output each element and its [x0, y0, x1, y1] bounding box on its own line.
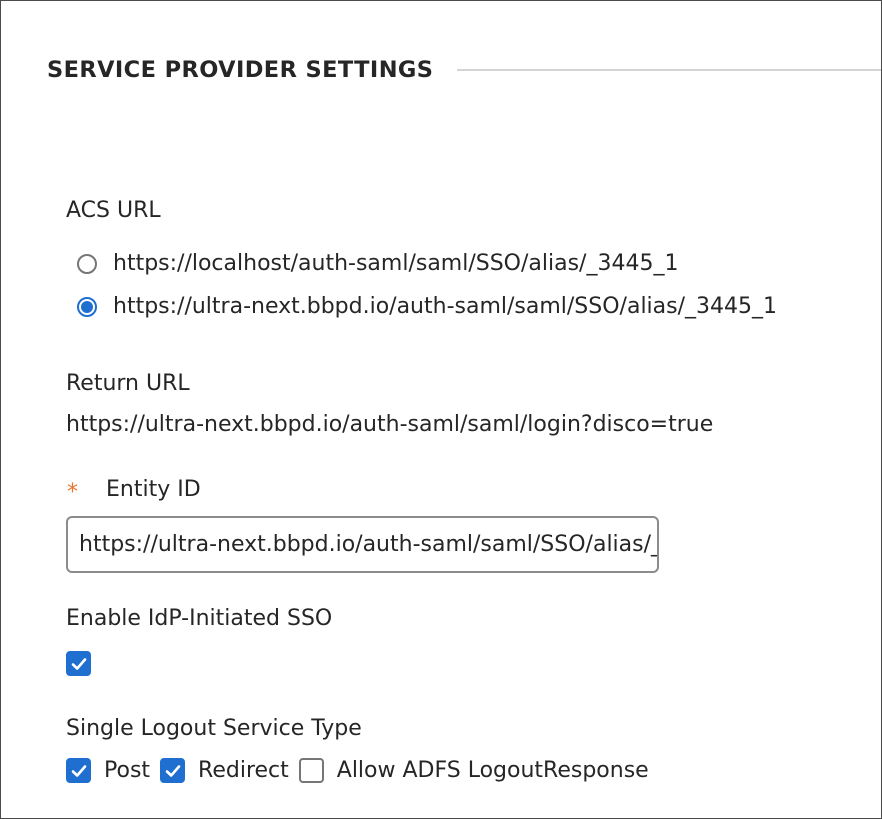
acs-url-option-label: https://localhost/auth-saml/saml/SSO/ali… [113, 251, 679, 276]
required-asterisk: * [67, 480, 78, 505]
checkmark-icon [71, 657, 86, 670]
slo-post-label: Post [104, 758, 151, 783]
acs-url-option-localhost[interactable]: https://localhost/auth-saml/saml/SSO/ali… [77, 251, 678, 276]
section-header: SERVICE PROVIDER SETTINGS [47, 57, 881, 83]
checkmark-icon [165, 764, 180, 777]
slo-adfs-label: Allow ADFS LogoutResponse [336, 758, 649, 783]
return-url-label: Return URL [66, 371, 190, 396]
acs-url-radio-ultra-next[interactable] [77, 296, 97, 317]
slo-type-options: Post Redirect Allow ADFS LogoutResponse [66, 758, 659, 783]
checkmark-icon [71, 764, 86, 777]
slo-redirect-checkbox[interactable] [160, 758, 186, 783]
slo-adfs-checkbox[interactable] [298, 758, 324, 783]
entity-id-field[interactable] [66, 516, 659, 573]
idp-sso-label: Enable IdP-Initiated SSO [66, 606, 333, 631]
section-divider [457, 69, 881, 71]
entity-id-input[interactable] [68, 518, 657, 571]
section-title: SERVICE PROVIDER SETTINGS [47, 57, 434, 83]
acs-url-option-ultra-next[interactable]: https://ultra-next.bbpd.io/auth-saml/sam… [77, 294, 777, 319]
slo-post-checkbox[interactable] [66, 758, 91, 783]
acs-url-radio-localhost[interactable] [77, 253, 97, 274]
acs-url-option-label: https://ultra-next.bbpd.io/auth-saml/sam… [113, 294, 778, 319]
idp-sso-checkbox[interactable] [66, 651, 91, 676]
slo-redirect-label: Redirect [198, 758, 289, 783]
slo-type-label: Single Logout Service Type [66, 716, 362, 741]
return-url-value: https://ultra-next.bbpd.io/auth-saml/sam… [66, 412, 714, 437]
radio-selected-dot [81, 300, 93, 313]
entity-id-label: Entity ID [106, 477, 201, 502]
service-provider-settings-panel: SERVICE PROVIDER SETTINGS ACS URL https:… [0, 0, 882, 819]
acs-url-label: ACS URL [66, 198, 161, 223]
